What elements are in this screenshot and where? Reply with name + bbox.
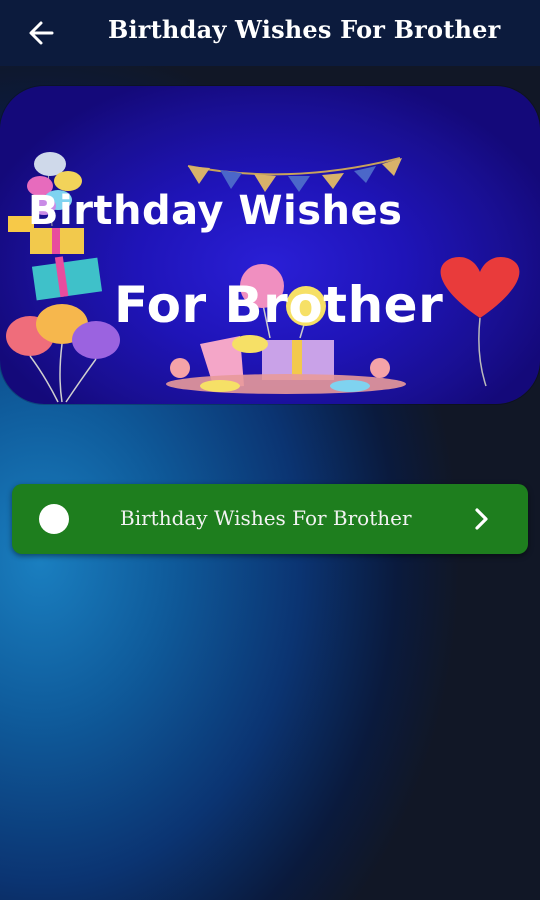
party-decor-icon <box>166 335 406 394</box>
list-item-label: Birthday Wishes For Brother <box>120 506 412 530</box>
banner-image: Birthday Wishes For Brother <box>0 86 540 404</box>
list-item-birthday-wishes[interactable]: Birthday Wishes For Brother <box>12 484 528 554</box>
circle-icon <box>39 504 69 534</box>
app-bar: Birthday Wishes For Brother <box>0 0 540 66</box>
bunting-icon <box>187 157 402 192</box>
back-button[interactable] <box>26 18 56 48</box>
banner-illustration <box>6 152 520 403</box>
heart-balloon-icon <box>440 256 520 387</box>
chevron-right-icon <box>475 508 488 530</box>
banner-subtitle: For Brother <box>114 276 444 334</box>
page-title: Birthday Wishes For Brother <box>108 15 501 44</box>
arrow-left-icon <box>29 21 54 45</box>
banner-title: Birthday Wishes <box>28 188 403 234</box>
